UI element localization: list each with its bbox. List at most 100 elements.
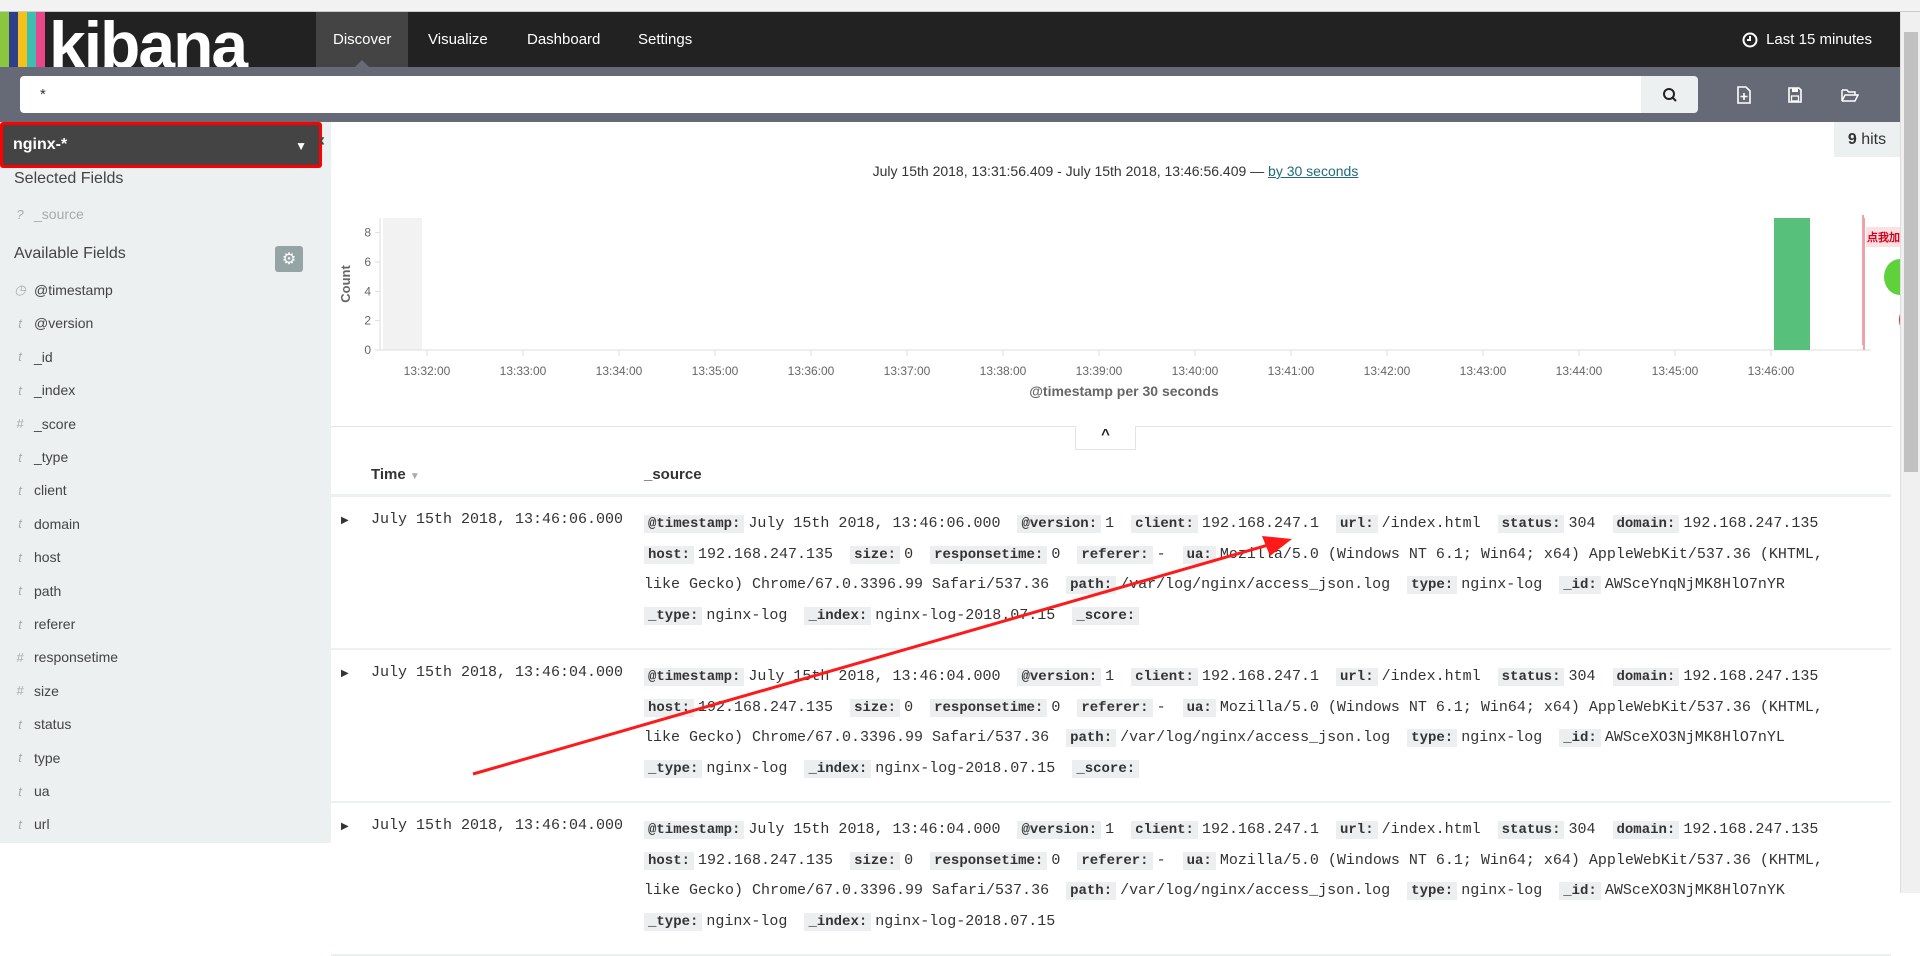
table-row[interactable]: ▶ July 15th 2018, 13:46:04.000 @timestamp:… <box>331 650 1891 803</box>
new-document-icon <box>1737 86 1751 104</box>
source-field-key: _type: <box>644 912 703 931</box>
browser-toolbar <box>0 0 1920 12</box>
save-icon <box>1788 87 1802 103</box>
source-field-key: path: <box>1066 729 1117 748</box>
source-field-value: 1 <box>1105 515 1115 532</box>
selected-fields-title: Selected Fields <box>14 170 124 187</box>
kibana-logo[interactable]: kibana <box>0 12 294 67</box>
hits-number: 9 <box>1847 131 1857 148</box>
field-item-client[interactable]: t client <box>14 482 67 498</box>
source-field-key: _id: <box>1559 576 1601 595</box>
expand-row-caret-icon[interactable]: ▶ <box>341 515 349 526</box>
field-settings-gear-icon[interactable]: ⚙ <box>275 246 303 272</box>
source-field-key: status: <box>1497 821 1565 839</box>
field-item-ua[interactable]: t ua <box>14 783 49 799</box>
page-scrollbar[interactable] <box>1900 12 1920 893</box>
x-tick-label: 13:46:00 <box>1748 364 1795 378</box>
tab-visualize[interactable]: Visualize <box>411 12 505 67</box>
source-field-value: AWSceXO3NjMK8HlO7nYL <box>1604 729 1785 747</box>
row-source: @timestamp: July 15th 2018, 13:46:04.000 … <box>644 662 1854 784</box>
number-type-icon: # <box>16 683 24 699</box>
tab-settings[interactable]: Settings <box>621 12 709 67</box>
field-item-type[interactable]: t _type <box>14 449 68 465</box>
sort-down-icon[interactable]: ▼ <box>410 471 420 482</box>
index-pattern-label: nginx-* <box>13 136 68 153</box>
source-field-key: client: <box>1131 821 1198 839</box>
top-navbar: kibana Discover Visualize Dashboard Sett… <box>0 12 1900 67</box>
tab-dashboard[interactable]: Dashboard <box>510 12 617 67</box>
source-field-value: 192.168.247.135 <box>1683 668 1819 685</box>
source-field-key: _id: <box>1559 882 1601 901</box>
folder-open-icon <box>1841 88 1859 102</box>
search-button[interactable] <box>1641 76 1698 113</box>
row-source: @timestamp: July 15th 2018, 13:46:04.000 … <box>644 815 1854 937</box>
tab-discover[interactable]: Discover <box>316 12 409 67</box>
string-type-icon: t <box>18 382 22 398</box>
string-type-icon: t <box>18 549 22 565</box>
field-item-timestamp[interactable]: ◷ @timestamp <box>14 282 112 298</box>
table-row[interactable]: ▶ July 15th 2018, 13:46:06.000 @timestamp:… <box>331 497 1891 650</box>
logo-stripe <box>0 12 9 67</box>
field-name: _score <box>34 415 77 432</box>
bar <box>1774 218 1810 350</box>
source-field-value: nginx-log-2018.07.15 <box>875 606 1056 624</box>
save-search-button[interactable] <box>1783 83 1807 107</box>
source-field-value: AWSceXO3NjMK8HlO7nYK <box>1604 882 1785 900</box>
field-item-responsetime[interactable]: # responsetime <box>14 649 118 665</box>
source-field-key: domain: <box>1612 821 1680 839</box>
field-item-id[interactable]: t _id <box>14 349 53 365</box>
open-search-button[interactable] <box>1838 83 1862 107</box>
source-field-key: @version: <box>1017 668 1102 686</box>
x-tick-label: 13:32:00 <box>404 364 451 378</box>
expand-row-caret-icon[interactable]: ▶ <box>341 668 349 679</box>
source-field-key: @version: <box>1017 515 1102 533</box>
string-type-icon: t <box>18 449 22 465</box>
field-item-source[interactable]: ? _source <box>14 206 83 222</box>
query-input[interactable] <box>20 76 1641 113</box>
field-item-path[interactable]: t path <box>14 583 61 599</box>
string-type-icon: t <box>18 783 22 799</box>
collapse-sidebar-chevron-left-icon[interactable]: ‹ <box>319 130 325 151</box>
field-item-status[interactable]: t status <box>14 716 71 732</box>
field-item-domain[interactable]: t domain <box>14 516 80 532</box>
field-item-index[interactable]: t _index <box>14 382 75 398</box>
time-picker[interactable]: Last 15 minutes <box>1742 12 1872 67</box>
field-item-size[interactable]: # size <box>14 683 59 699</box>
string-type-icon: t <box>18 816 22 832</box>
source-field-key: type: <box>1407 729 1458 748</box>
source-field-value: /var/log/nginx/access_json.log <box>1120 576 1391 594</box>
clock-icon: ◷ <box>14 282 26 297</box>
source-field-value: AWSceYnqNjMK8HlO7nYR <box>1604 576 1785 594</box>
source-field-value: nginx-log-2018.07.15 <box>875 759 1056 777</box>
field-item-score[interactable]: # _score <box>14 416 76 432</box>
source-field-value: 304 <box>1568 668 1596 685</box>
source-field-key: @version: <box>1017 821 1102 839</box>
expand-row-caret-icon[interactable]: ▶ <box>341 821 349 832</box>
new-search-button[interactable] <box>1732 83 1756 107</box>
collapse-chart-chevron-up-icon[interactable]: ^ <box>1075 426 1136 450</box>
index-pattern-selector[interactable]: nginx-* ▼ <box>0 122 322 168</box>
scrollbar-thumb[interactable] <box>1904 32 1918 472</box>
out-of-range-region <box>383 218 422 350</box>
source-field-key: client: <box>1131 668 1198 686</box>
logo-stripe <box>36 12 45 67</box>
logo-text: kibana <box>49 12 248 67</box>
table-row[interactable]: ▶ July 15th 2018, 13:46:04.000 @timestamp:… <box>331 803 1891 956</box>
field-sidebar: nginx-* ▼ ‹ Selected Fields ? _source Av… <box>0 122 331 843</box>
logo-stripe <box>9 12 18 67</box>
source-field-key: ua: <box>1182 545 1216 564</box>
column-header-source: _source <box>644 466 702 483</box>
field-item-referer[interactable]: t referer <box>14 616 75 632</box>
source-field-value: nginx-log <box>1461 576 1543 594</box>
x-tick-label: 13:37:00 <box>884 364 931 378</box>
interval-link[interactable]: by 30 seconds <box>1268 163 1358 179</box>
field-item-type[interactable]: t type <box>14 750 60 766</box>
source-field-key: _score: <box>1072 606 1140 625</box>
column-header-time[interactable]: Time ▼ <box>371 466 420 483</box>
field-item-host[interactable]: t host <box>14 549 60 565</box>
field-item-url[interactable]: t url <box>14 816 49 832</box>
source-field-value: /var/log/nginx/access_json.log <box>1120 882 1391 900</box>
source-field-key: domain: <box>1612 668 1680 686</box>
field-item-version[interactable]: t @version <box>14 315 93 331</box>
source-field-key: url: <box>1336 515 1378 533</box>
